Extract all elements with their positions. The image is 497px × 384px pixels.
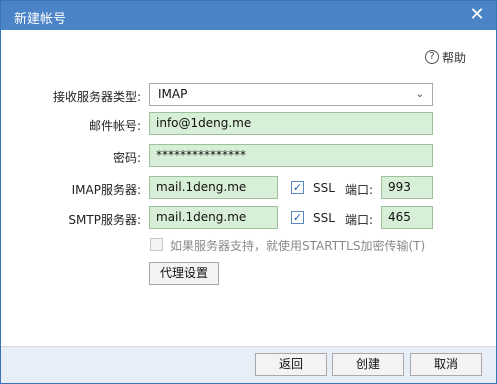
dialog-footer: 返回 创建 取消 xyxy=(1,346,496,383)
account-label: 邮件帐号: xyxy=(88,119,141,133)
help-icon: ? xyxy=(425,50,439,64)
title-bar[interactable]: 新建帐号 ✕ xyxy=(1,1,496,30)
smtp-label: SMTP服务器: xyxy=(68,213,141,227)
back-button[interactable]: 返回 xyxy=(255,353,327,376)
chevron-down-icon: ⌄ xyxy=(415,89,424,100)
imap-ssl-checkbox[interactable]: ✓ xyxy=(291,181,304,194)
close-icon[interactable]: ✕ xyxy=(467,5,487,25)
cancel-button[interactable]: 取消 xyxy=(410,353,482,376)
dialog-title: 新建帐号 xyxy=(14,12,67,27)
starttls-label: 如果服务器支持，就使用STARTTLS加密传输(T) xyxy=(170,239,426,253)
new-account-dialog: 新建帐号 ✕ ? 帮助 接收服务器类型: IMAP ⌄ 邮件帐号: info@1… xyxy=(0,0,497,384)
imap-ssl-label: SSL xyxy=(313,181,335,195)
protocol-value: IMAP xyxy=(158,87,188,101)
smtp-port-field[interactable]: 465 xyxy=(381,206,433,229)
password-field[interactable]: *************** xyxy=(149,144,433,167)
proxy-settings-button[interactable]: 代理设置 xyxy=(149,262,219,285)
imap-server-field[interactable]: mail.1deng.me xyxy=(149,176,278,199)
create-button[interactable]: 创建 xyxy=(332,353,404,376)
smtp-server-field[interactable]: mail.1deng.me xyxy=(149,206,278,229)
protocol-select[interactable]: IMAP ⌄ xyxy=(149,83,433,106)
password-label: 密码: xyxy=(112,151,141,165)
smtp-ssl-checkbox[interactable]: ✓ xyxy=(291,211,304,224)
imap-label: IMAP服务器: xyxy=(71,183,141,197)
smtp-port-label: 端口: xyxy=(345,213,374,227)
imap-port-label: 端口: xyxy=(345,183,374,197)
starttls-checkbox[interactable] xyxy=(150,238,163,251)
smtp-ssl-label: SSL xyxy=(313,211,335,225)
account-field[interactable]: info@1deng.me xyxy=(149,112,433,135)
help-link[interactable]: ? 帮助 xyxy=(425,49,466,65)
help-label: 帮助 xyxy=(442,50,467,65)
imap-port-field[interactable]: 993 xyxy=(381,176,433,199)
protocol-label: 接收服务器类型: xyxy=(52,90,141,104)
